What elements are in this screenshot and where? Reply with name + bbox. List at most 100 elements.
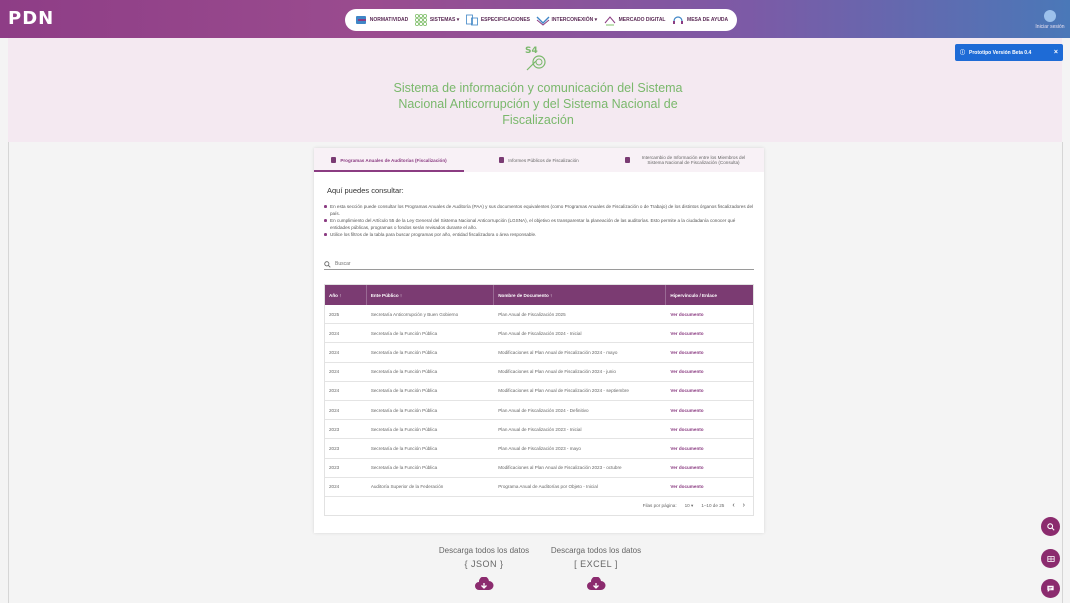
ver-documento-link[interactable]: Ver documento [666, 350, 753, 355]
cell-anio: 2024 [329, 388, 340, 394]
cell-ente: Secretaría de la Función Pública [370, 369, 438, 375]
cell-documento: Programa Anual de Auditorías por Objeto … [498, 484, 598, 490]
next-page-button[interactable]: › [743, 502, 745, 509]
close-icon[interactable]: × [1054, 49, 1058, 56]
cell-anio: 2024 [329, 484, 340, 490]
cell-ente: Secretaría de la Función Pública [370, 426, 438, 432]
table-row: 2025 Secretaría Anticorrupción y Buen Gob… [325, 305, 753, 325]
cell-ente: Secretaría de la Función Pública [370, 330, 438, 336]
cloud-download-icon[interactable] [474, 576, 494, 591]
bullet-item: Utilice los filtros de la tabla para bus… [324, 231, 754, 238]
cell-anio: 2023 [329, 465, 340, 471]
nav-especificaciones[interactable]: ESPECIFICACIONES [465, 13, 530, 27]
user-avatar-icon [1044, 10, 1056, 22]
ver-documento-link[interactable]: Ver documento [666, 388, 753, 393]
nav-interconexion[interactable]: INTERCONEXIÓN ▾ [536, 13, 598, 27]
cell-anio: 2023 [329, 426, 340, 432]
table-row: 2023 Secretaría de la Función Pública Modi… [325, 459, 753, 478]
s4-logo-text: S4 [525, 46, 538, 56]
table-row: 2023 Secretaría de la Función Pública Plan… [325, 420, 753, 440]
table-row: 2024 Auditoría Superior de la Federación P… [325, 478, 753, 497]
bullet-item: En cumplimiento del Artículo 55 de la Le… [324, 217, 754, 231]
download-title: Descarga todos los datos [550, 546, 642, 555]
market-icon [604, 16, 616, 26]
nav-mesa-de-ayuda[interactable]: MESA DE AYUDA [671, 13, 728, 27]
cell-ente: Secretaría de la Función Pública [370, 465, 438, 471]
download-title: Descarga todos los datos [438, 546, 530, 555]
col-header-anio[interactable]: Año ↑ [325, 285, 367, 305]
login-label: Iniciar sesión [1035, 24, 1065, 30]
cell-anio: 2024 [329, 330, 340, 336]
ver-documento-link[interactable]: Ver documento [666, 369, 753, 374]
table-row: 2024 Secretaría de la Función Pública Plan… [325, 401, 753, 421]
col-header-documento[interactable]: Nombre de Documento ↑ [494, 285, 667, 305]
cloud-download-icon[interactable] [586, 576, 606, 591]
ver-documento-link[interactable]: Ver documento [666, 484, 753, 489]
document-icon [499, 157, 505, 163]
page-border-right [1062, 142, 1063, 603]
page-border-left [8, 142, 9, 603]
fab-chat-button[interactable] [1041, 579, 1060, 598]
tab-label: Intercambio de Información entre los Mie… [641, 154, 746, 166]
rows-per-page-label: Filas por página: [642, 503, 677, 509]
tab-bar: Programas Anuales de Auditorías (Fiscali… [314, 148, 764, 172]
tab-informes-publicos[interactable]: Informes Públicos de Fiscalización [464, 148, 614, 172]
s4-logo-icon: S4 [525, 46, 546, 71]
nav-label: INTERCONEXIÓN ▾ [551, 17, 598, 23]
tab-intercambio-informacion[interactable]: Intercambio de Información entre los Mie… [614, 148, 764, 172]
bullet-item: En esta sección puede consultar los Prog… [324, 203, 754, 217]
top-bar: PDN NORMATIVIDAD SISTEMAS ▾ ESPECIFICACI… [0, 0, 1070, 38]
ver-documento-link[interactable]: Ver documento [666, 312, 753, 317]
download-json[interactable]: Descarga todos los datos { JSON } [429, 546, 539, 596]
cell-ente: Secretaría de la Función Pública [370, 407, 438, 413]
nav-normatividad[interactable]: NORMATIVIDAD [354, 13, 408, 27]
cell-anio: 2024 [329, 369, 340, 375]
cell-ente: Secretaría Anticorrupción y Buen Gobiern… [370, 311, 459, 317]
grid-icon [414, 13, 427, 26]
ver-documento-link[interactable]: Ver documento [666, 446, 753, 451]
consult-title: Aquí puedes consultar: [327, 186, 404, 195]
ver-documento-link[interactable]: Ver documento [666, 427, 753, 432]
table-row: 2024 Secretaría de la Función Pública Modi… [325, 382, 753, 401]
main-nav: NORMATIVIDAD SISTEMAS ▾ ESPECIFICACIONES… [345, 9, 737, 31]
search-input[interactable] [335, 261, 635, 267]
chat-icon [1047, 585, 1054, 593]
nav-label: SISTEMAS ▾ [429, 17, 460, 23]
ver-documento-link[interactable]: Ver documento [666, 408, 753, 413]
prev-page-button[interactable]: ‹ [732, 502, 734, 509]
cell-documento: Modificaciones al Plan Anual de Fiscaliz… [498, 349, 618, 355]
nav-label: MERCADO DIGITAL [618, 17, 666, 23]
nav-sistemas[interactable]: SISTEMAS ▾ [414, 13, 459, 27]
table-row: 2024 Secretaría de la Función Pública Modi… [325, 343, 753, 363]
cell-anio: 2025 [329, 311, 340, 317]
tab-label: Programas Anuales de Auditorías (Fiscali… [340, 157, 447, 163]
search-bar [324, 259, 754, 270]
pdn-logo[interactable]: PDN [8, 8, 54, 29]
rows-per-page-select[interactable]: 10 ▾ [685, 503, 694, 509]
cell-documento: Plan Anual de Fiscalización 2025 [498, 311, 566, 317]
consult-bullets: En esta sección puede consultar los Prog… [324, 203, 754, 238]
download-excel[interactable]: Descarga todos los datos [ EXCEL ] [541, 546, 651, 596]
nav-mercado-digital[interactable]: MERCADO DIGITAL [603, 13, 666, 27]
cell-documento: Plan Anual de Fiscalización 2024 - Inici… [498, 330, 582, 336]
ver-documento-link[interactable]: Ver documento [666, 331, 753, 336]
tab-label: Informes Públicos de Fiscalización [508, 157, 579, 163]
search-icon [1046, 522, 1055, 531]
gavel-icon [355, 16, 366, 24]
cell-anio: 2023 [329, 445, 340, 451]
network-icon [536, 16, 550, 26]
beta-label: Prototipo Versión Beta 0.4 [969, 49, 1032, 56]
table-row: 2023 Secretaría de la Función Pública Plan… [325, 439, 753, 459]
cell-documento: Plan Anual de Fiscalización 2023 - mayo [498, 445, 581, 451]
col-header-ente[interactable]: Ente Público ↑ [367, 285, 495, 305]
login-button[interactable]: Iniciar sesión [1030, 10, 1070, 30]
fab-table-button[interactable] [1041, 549, 1060, 568]
hero-title: Sistema de información y comunicación de… [393, 81, 683, 127]
tab-programas-anuales[interactable]: Programas Anuales de Auditorías (Fiscali… [314, 148, 464, 172]
fab-search-button[interactable] [1041, 517, 1060, 536]
nav-label: ESPECIFICACIONES [480, 17, 530, 23]
ver-documento-link[interactable]: Ver documento [666, 465, 753, 470]
cell-documento: Modificaciones al Plan Anual de Fiscaliz… [498, 369, 616, 375]
nav-label: MESA DE AYUDA [687, 17, 729, 23]
table-icon [1046, 555, 1055, 562]
